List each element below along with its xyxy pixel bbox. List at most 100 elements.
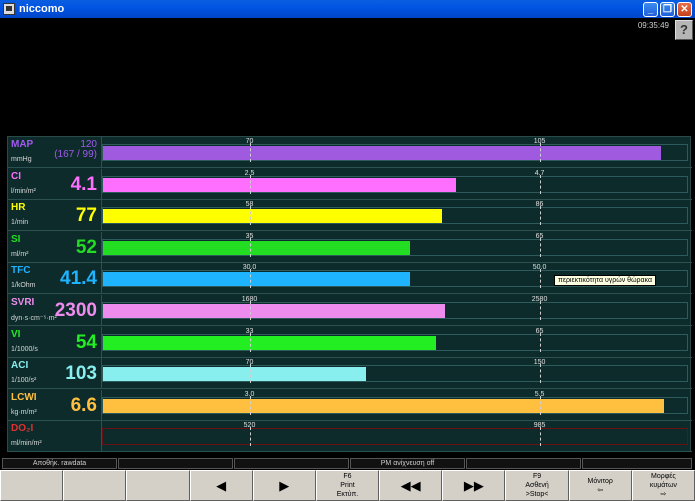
function-key-label: ◀	[216, 478, 227, 493]
parameter-bar-fill	[103, 209, 442, 224]
monitor-button[interactable]: Μόνιτορ ⇦	[568, 470, 632, 501]
restore-icon[interactable]: ❐	[660, 1, 675, 17]
function-key-label: ⇦	[597, 486, 604, 494]
range-tick-label: 3.0	[244, 390, 255, 398]
parameter-name: HR	[11, 202, 26, 214]
parameter-unit: 1/1000/s	[11, 345, 38, 353]
status-cell	[582, 458, 692, 469]
parameter-name: SI	[11, 233, 21, 245]
parameter-label-cell: VI 1/1000/s 54	[8, 326, 102, 358]
range-tick	[249, 174, 251, 194]
range-tick-label: 35	[245, 232, 254, 240]
range-tick	[249, 427, 251, 447]
parameter-name: ACI	[11, 360, 29, 372]
range-tick	[539, 206, 541, 226]
close-icon[interactable]: ✕	[677, 1, 692, 17]
parameter-bar-fill	[103, 146, 661, 160]
parameter-name: TFC	[11, 265, 31, 277]
fkey-empty-2[interactable]	[63, 470, 127, 501]
range-tick	[539, 237, 541, 257]
parameter-unit: mmHg	[11, 156, 32, 163]
range-tick-label: 150	[533, 359, 546, 367]
parameter-unit: dyn·s·cm⁻⁵·m²	[11, 315, 57, 322]
range-tick	[249, 143, 251, 162]
parameter-label-cell: HR 1/min 77	[8, 200, 102, 232]
parameter-bar-track: 3.0 5.5	[102, 391, 688, 415]
rewind-button[interactable]: ◀◀	[379, 470, 443, 501]
range-tick-label: 105	[533, 138, 546, 145]
range-tick-label: 30.0	[242, 264, 257, 272]
range-tick	[249, 301, 251, 320]
prev-button[interactable]: ◀	[189, 470, 253, 501]
parameter-label-cell: SI ml/m² 52	[8, 231, 102, 263]
parameter-name: SVRI	[11, 297, 35, 308]
patient-stop-button[interactable]: F9 Ασθενή >Stop<	[505, 470, 569, 501]
parameter-value: 77	[75, 205, 97, 227]
function-key-label: ⇨	[660, 491, 667, 498]
range-tick-label: 520	[243, 422, 256, 430]
print-button[interactable]: F6 Print Εκτύπ.	[315, 470, 380, 501]
tooltip: περιεκτικότητα υγρών θώρακα	[554, 275, 657, 286]
app-icon	[3, 3, 15, 15]
help-button[interactable]: ?	[675, 20, 693, 40]
next-button[interactable]: ▶	[252, 470, 316, 501]
function-key-label: ▶▶	[463, 478, 484, 493]
range-tick	[539, 427, 541, 447]
parameter-label-cell: ACI 1/100/s² 103	[8, 358, 102, 390]
parameter-bar-track: 58 86	[102, 201, 688, 226]
parameter-bar-track: 70 105	[102, 138, 688, 162]
range-tick-label: 2580	[531, 296, 548, 303]
status-cell	[466, 458, 581, 469]
fkey-empty-1[interactable]	[0, 470, 64, 501]
parameter-row: ACI 1/100/s² 103 70 150	[8, 358, 692, 390]
function-key-label: ◀◀	[400, 478, 421, 493]
parameter-row: MAP mmHg 120 (167 / 99) 70 105	[8, 137, 692, 168]
window-title: niccomo	[19, 3, 65, 15]
function-key-label: κυμάτων	[649, 482, 677, 489]
range-tick-label: 5.5	[534, 390, 545, 398]
parameter-value: 103	[65, 363, 97, 385]
minimize-icon[interactable]: _	[643, 1, 658, 17]
function-key-label: Ασθενή	[525, 482, 549, 489]
range-tick	[539, 395, 541, 415]
function-key-label: ▶	[279, 478, 290, 493]
range-tick-label: 70	[245, 138, 254, 145]
forward-button[interactable]: ▶▶	[442, 470, 506, 501]
parameter-panel: MAP mmHg 120 (167 / 99) 70 105 CI l/min/m² 4.1 2.…	[7, 136, 692, 453]
range-tick	[249, 364, 251, 384]
parameter-name: DO₂I	[11, 423, 34, 435]
range-tick	[249, 269, 251, 289]
function-key-label: F9	[532, 473, 542, 480]
range-tick	[539, 269, 541, 289]
parameter-row: SI ml/m² 52 35 65	[8, 231, 692, 263]
parameter-name: MAP	[11, 139, 34, 150]
range-tick-label: 985	[533, 422, 546, 430]
parameter-value: 120 (167 / 99)	[54, 139, 97, 160]
range-tick-label: 1680	[241, 296, 258, 303]
parameter-bar-fill	[103, 272, 410, 287]
range-tick-label: 2.5	[244, 169, 255, 177]
parameter-bar-fill	[103, 367, 366, 382]
range-tick-label: 33	[245, 327, 254, 335]
range-tick	[249, 237, 251, 257]
parameter-row: DO₂I ml/min/m² 520 985	[8, 421, 692, 453]
parameter-label-cell: LCWI kg·m/m² 6.6	[8, 389, 102, 421]
fkey-empty-3[interactable]	[126, 470, 190, 501]
function-key-label: Print	[340, 482, 355, 489]
status-cell: Αποθήκ. rawdata	[2, 458, 117, 469]
waveforms-button[interactable]: Μορφές κυμάτων ⇨	[631, 470, 695, 501]
parameter-bar-track: 70 150	[102, 359, 688, 384]
range-tick	[539, 364, 541, 384]
parameter-value: 41.4	[60, 268, 97, 290]
parameter-label-cell: TFC 1/kOhm 41.4	[8, 263, 102, 295]
range-tick-label: 4.7	[534, 169, 545, 177]
parameter-label-cell: MAP mmHg 120 (167 / 99)	[8, 137, 102, 168]
range-tick-label: 65	[535, 327, 544, 335]
parameter-row: CI l/min/m² 4.1 2.5 4.7	[8, 168, 692, 200]
range-tick-label: 70	[245, 359, 254, 367]
parameter-label-cell: CI l/min/m² 4.1	[8, 168, 102, 200]
parameter-bar-fill	[103, 304, 445, 318]
function-key-label: Μόνιτορ	[587, 477, 613, 485]
status-cell	[234, 458, 349, 469]
parameter-value: 6.6	[70, 394, 97, 416]
